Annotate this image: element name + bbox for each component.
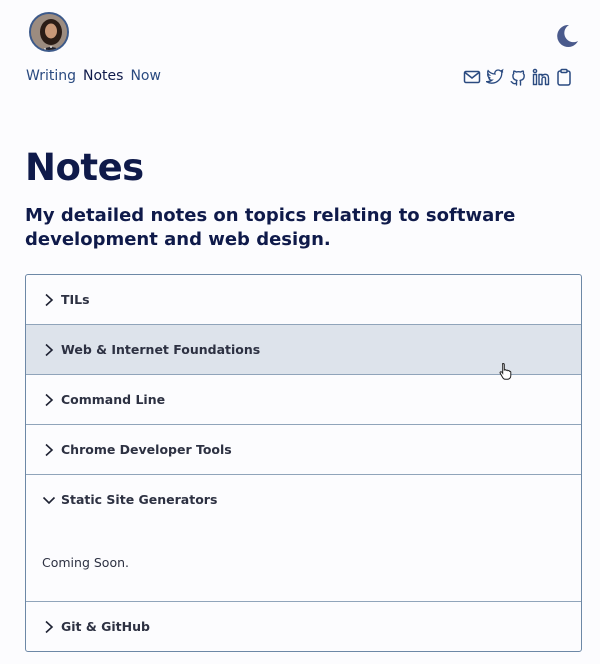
- twitter-icon[interactable]: [486, 68, 504, 86]
- chevron-down-icon: [42, 493, 56, 507]
- accordion-header-tils[interactable]: TILs: [26, 275, 581, 324]
- pointer-cursor-icon: [498, 362, 514, 380]
- accordion-header-chrome-developer-tools[interactable]: Chrome Developer Tools: [26, 425, 581, 474]
- accordion-label: Web & Internet Foundations: [61, 342, 261, 357]
- social-links: [463, 68, 573, 86]
- accordion-header-command-line[interactable]: Command Line: [26, 375, 581, 424]
- accordion-item-git-github: Git & GitHub: [26, 602, 581, 651]
- linkedin-icon[interactable]: [532, 68, 550, 86]
- accordion-item-tils: TILs: [26, 275, 581, 325]
- chevron-right-icon: [42, 393, 56, 407]
- accordion-header-static-site-generators[interactable]: Static Site Generators: [26, 475, 581, 524]
- accordion-content-static-site-generators: Coming Soon.: [42, 555, 129, 570]
- accordion-label: Chrome Developer Tools: [61, 442, 232, 457]
- nav-link-writing[interactable]: Writing: [26, 68, 76, 84]
- mail-icon[interactable]: [463, 68, 481, 86]
- page-subtitle: My detailed notes on topics relating to …: [25, 205, 516, 250]
- page-title: Notes: [25, 146, 144, 189]
- profile-photo-icon: [31, 14, 67, 50]
- accordion-label: TILs: [61, 292, 90, 307]
- chevron-right-icon: [42, 293, 56, 307]
- theme-toggle-button[interactable]: [553, 23, 579, 49]
- chevron-right-icon: [42, 443, 56, 457]
- main-nav: Writing Notes Now: [26, 68, 161, 84]
- chevron-right-icon: [42, 343, 56, 357]
- github-icon[interactable]: [509, 68, 527, 86]
- accordion-label: Static Site Generators: [61, 492, 218, 507]
- nav-link-notes[interactable]: Notes: [83, 68, 123, 84]
- avatar[interactable]: [29, 12, 69, 52]
- accordion-item-command-line: Command Line: [26, 375, 581, 425]
- notes-accordion: TILs Web & Internet Foundations Command …: [25, 274, 582, 652]
- accordion-header-git-github[interactable]: Git & GitHub: [26, 602, 581, 651]
- chevron-right-icon: [42, 620, 56, 634]
- accordion-item-chrome-developer-tools: Chrome Developer Tools: [26, 425, 581, 475]
- accordion-item-static-site-generators: Static Site Generators Coming Soon.: [26, 475, 581, 602]
- accordion-label: Git & GitHub: [61, 619, 150, 634]
- nav-link-now[interactable]: Now: [130, 68, 161, 84]
- accordion-label: Command Line: [61, 392, 166, 407]
- moon-icon: [557, 24, 578, 47]
- clipboard-icon[interactable]: [555, 68, 573, 86]
